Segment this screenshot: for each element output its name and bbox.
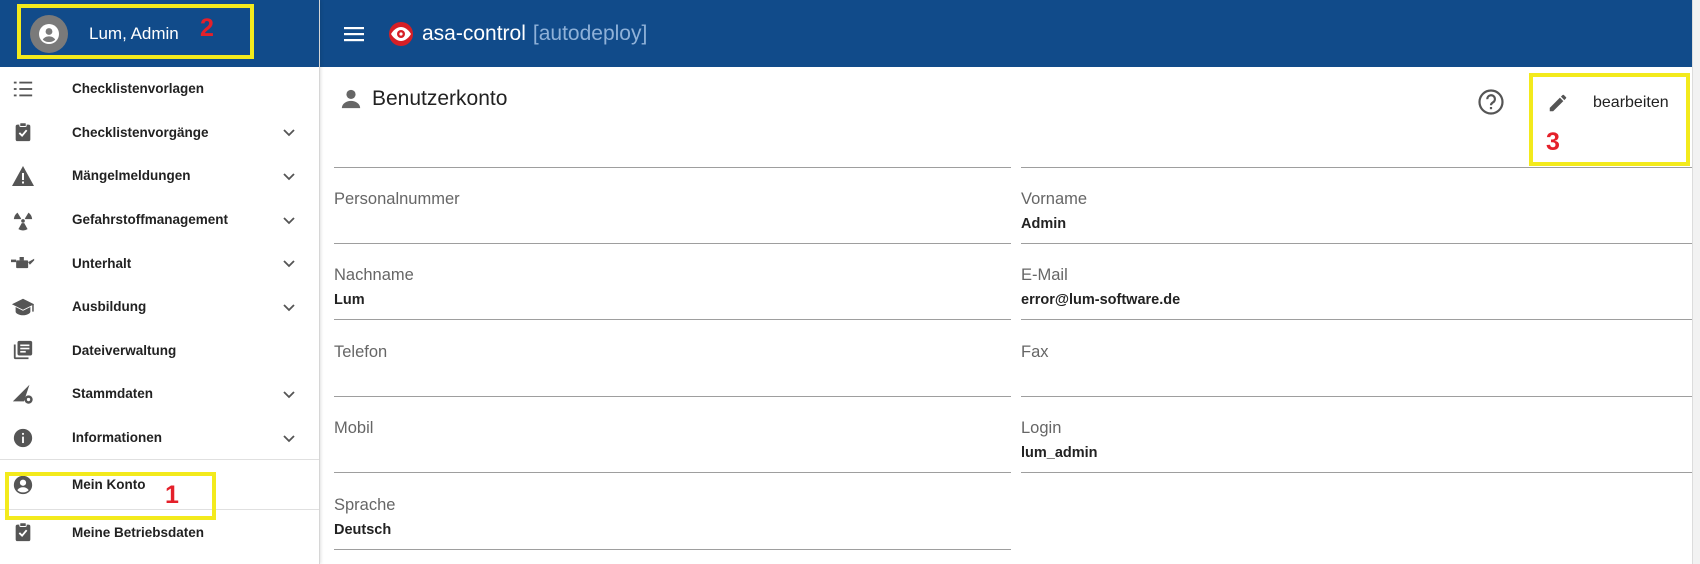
field-nachname: Nachname Lum	[334, 243, 1011, 320]
sidebar-item-label: Meine Betriebsdaten	[72, 524, 205, 540]
main-content: Benutzerkonto bearbeiten Personalnummer …	[320, 67, 1692, 564]
field-fax: Fax	[1021, 320, 1692, 397]
sidebar-item-maengelmeldungen[interactable]: Mängelmeldungen	[0, 154, 319, 198]
sidebar-item-label: Gefahrstoffmanagement	[72, 212, 229, 228]
page-title: Benutzerkonto	[372, 87, 508, 110]
app-title: asa-control	[422, 21, 526, 45]
field-value: Admin	[1021, 216, 1067, 232]
chevron-down-icon[interactable]	[281, 430, 297, 446]
sidebar-item-label: Informationen	[72, 430, 162, 446]
sidebar-item-unterhalt[interactable]: Unterhalt	[0, 241, 319, 285]
library-books-icon	[11, 338, 35, 362]
field-telefon: Telefon	[334, 320, 1011, 397]
annotation-highlight-user	[17, 4, 254, 59]
help-icon[interactable]	[1477, 88, 1505, 116]
info-icon	[11, 426, 35, 450]
chevron-down-icon[interactable]	[281, 386, 297, 402]
chevron-down-icon[interactable]	[281, 212, 297, 228]
field-login: Login lum_admin	[1021, 396, 1692, 473]
radiation-icon	[11, 208, 35, 232]
field-label: Telefon	[334, 343, 388, 361]
field-label: Personalnummer	[334, 190, 460, 208]
field-email: E-Mail error@lum-software.de	[1021, 243, 1692, 320]
field-personalnummer: Personalnummer	[334, 167, 1011, 244]
sidebar-item-informationen[interactable]: Informationen	[0, 416, 319, 460]
graduation-cap-icon	[11, 295, 35, 319]
field-value: lum_admin	[1021, 445, 1098, 461]
clipboard-check-icon	[11, 520, 35, 544]
menu-icon[interactable]	[342, 22, 366, 46]
list-numbered-icon	[11, 77, 35, 101]
sidebar-item-label: Checklistenvorgänge	[72, 124, 209, 140]
sidebar-item-label: Mängelmeldungen	[72, 168, 191, 184]
app-toolbar: asa-control [autodeploy]	[320, 0, 1700, 67]
sidebar-item-dateiverwaltung[interactable]: Dateiverwaltung	[0, 329, 319, 373]
sidebar-item-label: Unterhalt	[72, 255, 132, 271]
oil-can-icon	[11, 251, 35, 275]
field-value: error@lum-software.de	[1021, 292, 1181, 308]
sidebar-item-label: Ausbildung	[72, 299, 147, 315]
sidebar-item-checklistenvorlagen[interactable]: Checklistenvorlagen	[0, 67, 319, 111]
field-mobil: Mobil	[334, 396, 1011, 473]
field-label: Vorname	[1021, 190, 1088, 208]
page-header: Benutzerkonto	[340, 87, 507, 111]
annotation-number: 1	[165, 481, 179, 509]
annotation-highlight-mein-konto	[5, 472, 216, 520]
chevron-down-icon[interactable]	[281, 255, 297, 271]
field-label: Nachname	[334, 266, 414, 284]
sidebar-item-label: Stammdaten	[72, 386, 154, 402]
field-value: Lum	[334, 292, 365, 308]
sidebar-item-stammdaten[interactable]: Stammdaten	[0, 372, 319, 416]
annotation-number: 2	[200, 14, 214, 42]
chevron-down-icon[interactable]	[281, 124, 297, 140]
sidebar-item-label: Dateiverwaltung	[72, 342, 177, 358]
chevron-down-icon[interactable]	[281, 168, 297, 184]
field-label: Fax	[1021, 343, 1049, 361]
person-icon	[341, 89, 361, 109]
warning-icon	[11, 164, 35, 188]
field-sprache: Sprache Deutsch	[334, 473, 1011, 550]
field-label: Mobil	[334, 419, 374, 437]
field-vorname: Vorname Admin	[1021, 167, 1692, 244]
sidebar-item-ausbildung[interactable]: Ausbildung	[0, 285, 319, 329]
field-label: E-Mail	[1021, 266, 1068, 284]
clipboard-check-icon	[11, 120, 35, 144]
settings-triangle-icon	[11, 382, 35, 406]
annotation-number: 3	[1546, 128, 1560, 156]
field-label: Login	[1021, 419, 1062, 437]
sidebar-item-gefahrstoffmanagement[interactable]: Gefahrstoffmanagement	[0, 198, 319, 242]
chevron-down-icon[interactable]	[281, 299, 297, 315]
field-value: Deutsch	[334, 522, 392, 538]
field-label: Sprache	[334, 496, 396, 514]
sidebar-item-checklistenvorgaenge[interactable]: Checklistenvorgänge	[0, 111, 319, 155]
app-logo-icon	[389, 21, 413, 46]
sidebar-item-label: Checklistenvorlagen	[72, 81, 205, 97]
app-environment: [autodeploy]	[532, 21, 648, 45]
